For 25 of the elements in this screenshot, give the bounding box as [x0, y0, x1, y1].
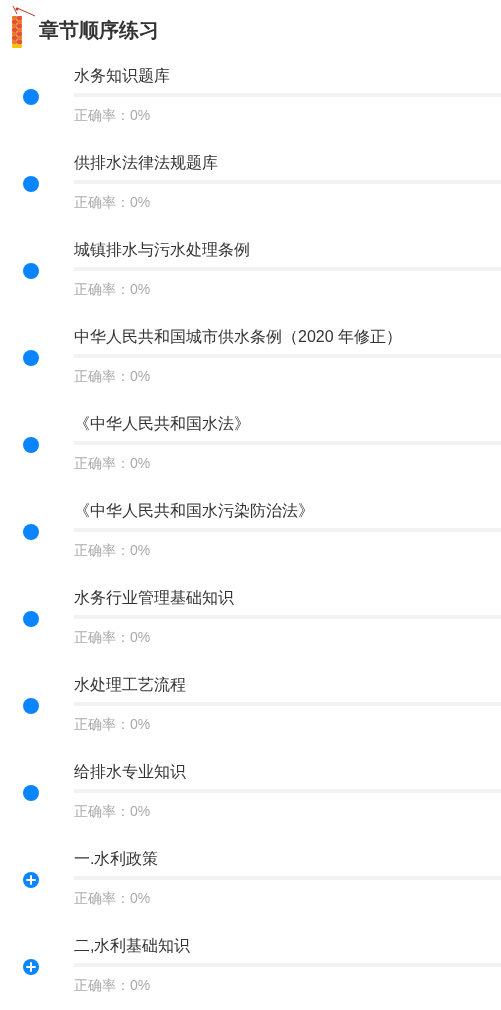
chapter-title[interactable]: 城镇排水与污水处理条例 — [74, 239, 250, 261]
accuracy-text: 正确率：0% — [74, 715, 151, 734]
chapter-title[interactable]: 一.水利政策 — [74, 848, 159, 870]
chapter-title[interactable]: 《中华人民共和国水污染防治法》 — [74, 500, 314, 522]
accuracy-text: 正确率：0% — [74, 367, 151, 386]
accuracy-text: 正确率：0% — [74, 802, 151, 821]
chapter-title[interactable]: 水处理工艺流程 — [74, 674, 186, 696]
chapter-title[interactable]: 《中华人民共和国水法》 — [74, 413, 250, 435]
chapter-title[interactable]: 二,水利基础知识 — [74, 935, 191, 957]
plus-circle-icon[interactable] — [23, 872, 39, 888]
chapter-title[interactable]: 中华人民共和国城市供水条例（2020 年修正） — [74, 326, 403, 348]
chapter-title[interactable]: 水务知识题库 — [74, 65, 170, 87]
accuracy-text: 正确率：0% — [74, 976, 151, 995]
chapter-title[interactable]: 给排水专业知识 — [74, 761, 186, 783]
accuracy-text: 正确率：0% — [74, 541, 151, 560]
accuracy-text: 正确率：0% — [74, 454, 151, 473]
chapter-title[interactable]: 水务行业管理基础知识 — [74, 587, 234, 609]
accuracy-text: 正确率：0% — [74, 889, 151, 908]
accuracy-text: 正确率：0% — [74, 628, 151, 647]
chapter-title[interactable]: 供排水法律法规题库 — [74, 152, 218, 174]
accuracy-text: 正确率：0% — [74, 193, 151, 212]
page-title: 章节顺序练习 — [39, 18, 159, 43]
accuracy-text: 正确率：0% — [74, 280, 151, 299]
plus-circle-icon[interactable] — [23, 959, 39, 975]
accuracy-text: 正确率：0% — [74, 106, 151, 125]
